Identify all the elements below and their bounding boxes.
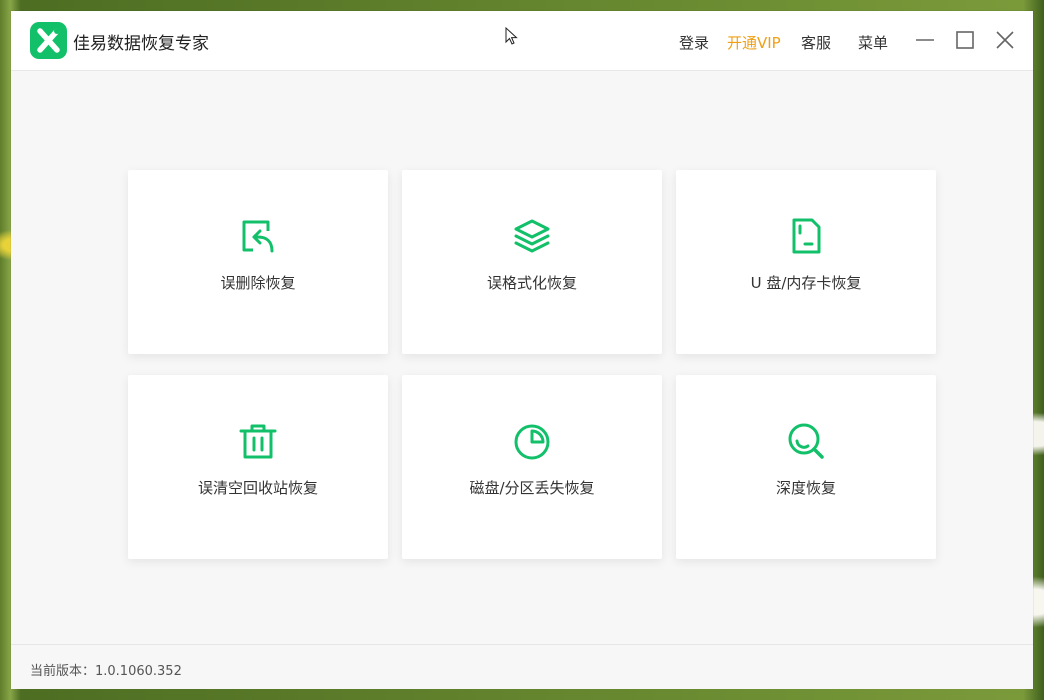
close-button[interactable] <box>992 27 1018 53</box>
trash-icon <box>239 424 277 459</box>
mouse-cursor-icon <box>505 27 518 45</box>
app-title: 佳易数据恢复专家 <box>73 34 209 54</box>
maximize-button[interactable] <box>952 27 978 53</box>
pie-chart-icon <box>514 424 550 460</box>
close-icon <box>996 31 1014 49</box>
card-label: 深度恢复 <box>775 479 836 497</box>
minimize-button[interactable] <box>912 27 938 53</box>
card-format-recovery[interactable]: 误格式化恢复 <box>402 170 662 354</box>
card-deep-recovery[interactable]: 深度恢复 <box>676 375 936 559</box>
card-recycle-bin-recovery[interactable]: 误清空回收站恢复 <box>128 375 388 559</box>
app-window: 佳易数据恢复专家 登录 开通VIP 客服 菜单 误删除恢复 误格式化恢复 U 盘… <box>11 11 1033 689</box>
card-label: U 盘/内存卡恢复 <box>750 274 862 292</box>
card-label: 磁盘/分区丢失恢复 <box>469 479 595 497</box>
card-label: 误清空回收站恢复 <box>197 479 318 497</box>
version-text: 当前版本：1.0.1060.352 <box>30 664 182 679</box>
card-label: 误格式化恢复 <box>486 274 577 292</box>
card-usb-sd-recovery[interactable]: U 盘/内存卡恢复 <box>676 170 936 354</box>
title-bar: 佳易数据恢复专家 登录 开通VIP 客服 菜单 <box>11 11 1033 71</box>
minimize-icon <box>916 39 934 41</box>
login-link[interactable]: 登录 <box>679 32 709 53</box>
sd-card-icon <box>792 218 821 254</box>
layers-icon <box>514 219 550 253</box>
app-logo-icon <box>30 22 67 59</box>
menu-button[interactable]: 菜单 <box>858 32 888 53</box>
maximize-icon <box>956 31 974 49</box>
card-partition-recovery[interactable]: 磁盘/分区丢失恢复 <box>402 375 662 559</box>
status-footer: 当前版本：1.0.1060.352 <box>11 644 1033 689</box>
open-vip-link[interactable]: 开通VIP <box>727 32 781 53</box>
card-label: 误删除恢复 <box>220 274 296 292</box>
card-deleted-recovery[interactable]: 误删除恢复 <box>128 170 388 354</box>
magnifier-icon <box>788 423 824 459</box>
file-restore-icon <box>242 220 274 253</box>
customer-service-link[interactable]: 客服 <box>801 32 831 53</box>
